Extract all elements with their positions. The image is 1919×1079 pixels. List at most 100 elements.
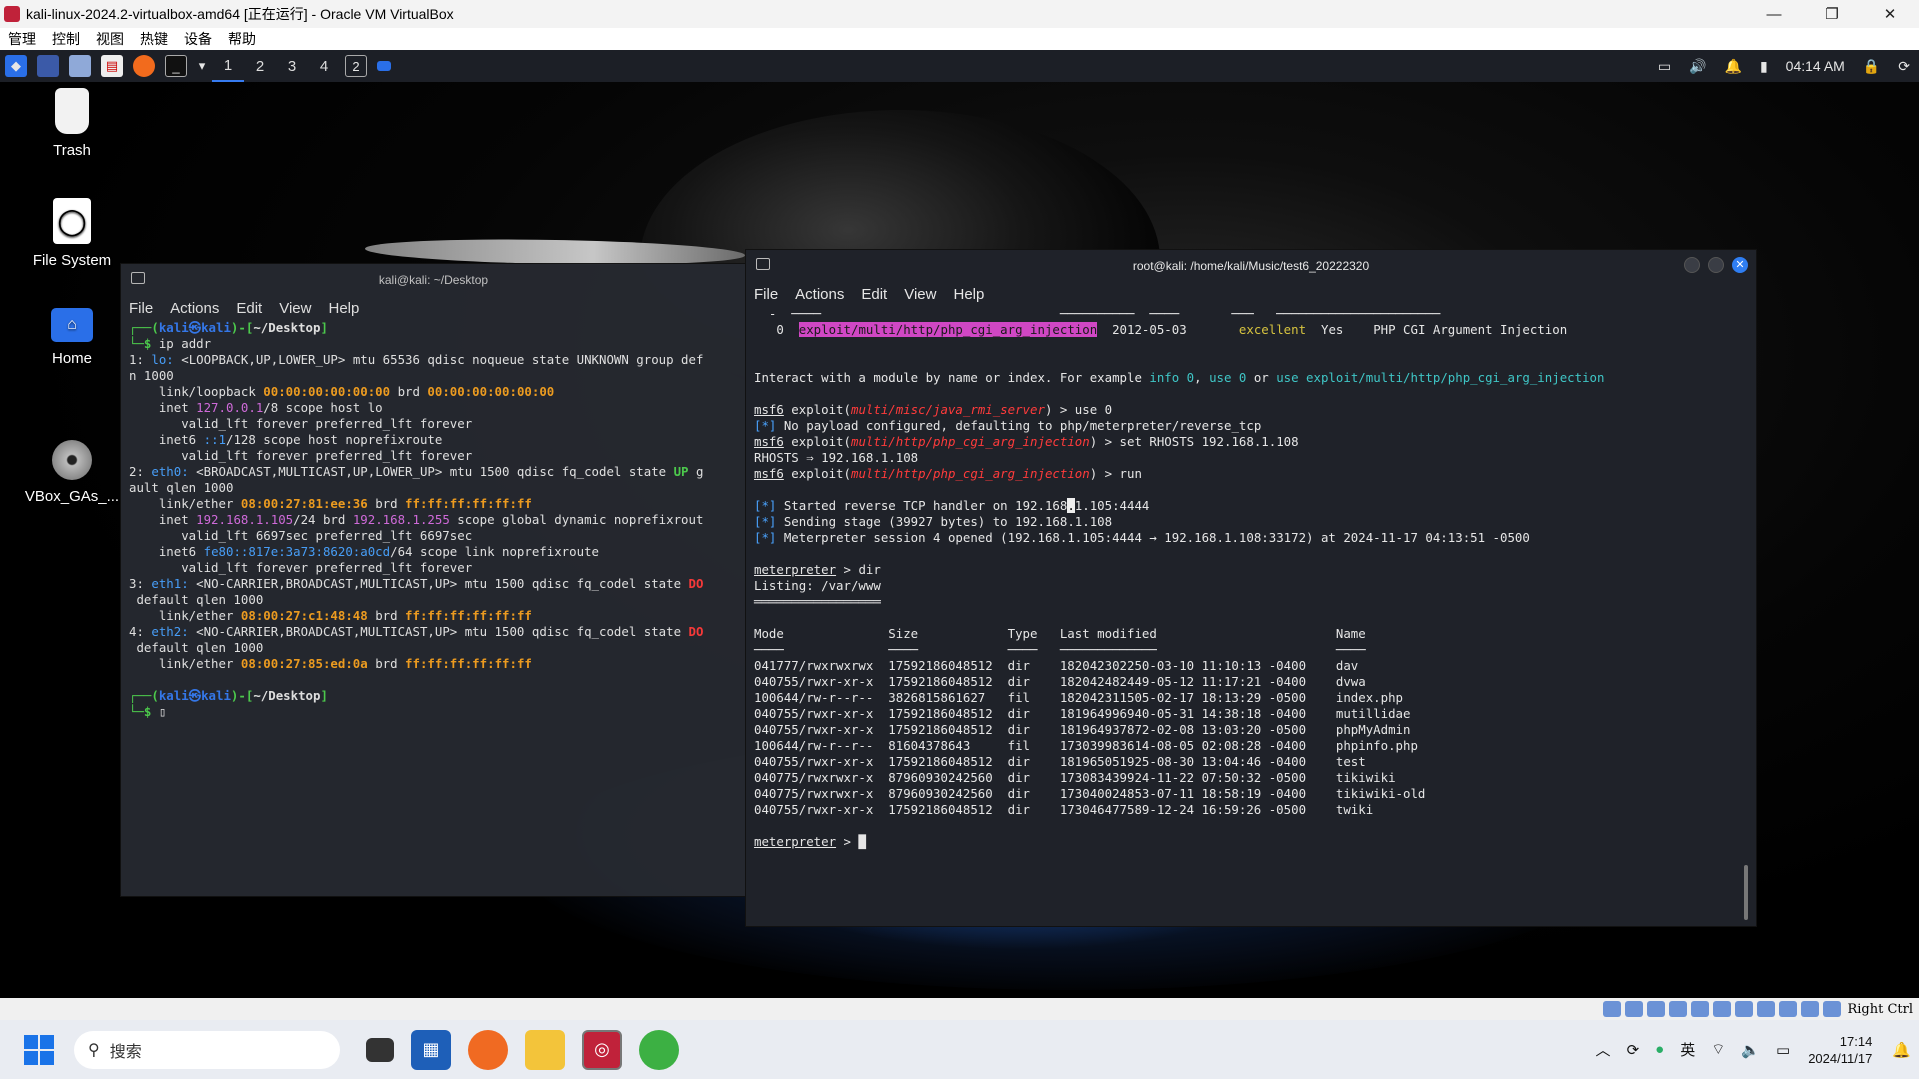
menu-hotkey[interactable]: 热键 bbox=[132, 29, 176, 49]
cpu-icon[interactable] bbox=[1779, 1001, 1798, 1017]
menu-actions[interactable]: Actions bbox=[170, 300, 219, 317]
file-manager-icon[interactable] bbox=[69, 55, 91, 77]
sync-icon[interactable]: ⟳ bbox=[1627, 1041, 1640, 1059]
menu-help[interactable]: Help bbox=[953, 286, 984, 303]
desktop-icon-home[interactable]: ⌂ Home bbox=[22, 308, 122, 367]
host-key-label: Right Ctrl bbox=[1847, 1001, 1913, 1017]
menu-manage[interactable]: 管理 bbox=[0, 29, 44, 49]
battery-icon[interactable]: ▮ bbox=[1760, 58, 1768, 75]
taskbar-terminal-icon[interactable]: 2 bbox=[345, 55, 367, 77]
file-explorer-icon[interactable] bbox=[525, 1029, 565, 1070]
workspace-4[interactable]: 4 bbox=[308, 50, 340, 82]
menu-file[interactable]: File bbox=[754, 286, 778, 303]
display-icon[interactable]: ▭ bbox=[1658, 58, 1671, 75]
desktop-icon-trash[interactable]: Trash bbox=[22, 88, 122, 159]
desktop-icon-label: Home bbox=[51, 350, 92, 367]
trash-icon bbox=[55, 88, 89, 134]
optical-drive-icon[interactable] bbox=[1625, 1001, 1644, 1017]
display-icon[interactable] bbox=[1735, 1001, 1754, 1017]
host-titlebar: kali-linux-2024.2-virtualbox-amd64 [正在运行… bbox=[0, 0, 1919, 28]
start-button[interactable] bbox=[24, 1034, 54, 1065]
listing-row: 041777/rwxrwxrwx 17592186048512 dir 1820… bbox=[754, 658, 1359, 673]
panel-clock[interactable]: 04:14 AM bbox=[1786, 58, 1845, 74]
notification-bell-icon[interactable]: 🔔 bbox=[1725, 58, 1742, 75]
wechat-icon[interactable]: ● bbox=[1655, 1041, 1664, 1058]
chevron-down-icon[interactable]: ▾ bbox=[197, 55, 207, 77]
listing-row: 040755/rwxr-xr-x 17592186048512 dir 1730… bbox=[754, 802, 1374, 817]
desktop-icon-filesystem[interactable]: ◯ File System bbox=[22, 198, 122, 269]
maximize-button[interactable] bbox=[1708, 257, 1724, 273]
terminal-titlebar[interactable]: root@kali: /home/kali/Music/test6_202223… bbox=[746, 250, 1756, 282]
menu-view[interactable]: 视图 bbox=[88, 29, 132, 49]
desktop-icon-label: Trash bbox=[53, 142, 91, 159]
virtualbox-icon[interactable]: ◎ bbox=[582, 1029, 622, 1070]
menu-devices[interactable]: 设备 bbox=[176, 29, 220, 49]
wifi-icon[interactable]: ⌔ bbox=[1711, 1040, 1725, 1059]
home-folder-icon: ⌂ bbox=[51, 308, 93, 342]
power-icon[interactable]: ⟳ bbox=[1898, 58, 1910, 75]
volume-icon[interactable]: 🔊 bbox=[1689, 58, 1706, 75]
taskbar-clock[interactable]: 17:14 2024/11/17 bbox=[1808, 1033, 1872, 1067]
task-view-icon[interactable] bbox=[366, 1037, 394, 1062]
kali-menu-icon[interactable]: ◆ bbox=[5, 55, 27, 77]
input-language[interactable]: 英 bbox=[1680, 1039, 1695, 1060]
keyboard-icon[interactable] bbox=[1823, 1001, 1842, 1017]
listing-row: 040755/rwxr-xr-x 17592186048512 dir 1820… bbox=[754, 674, 1366, 689]
firefox-icon[interactable] bbox=[133, 55, 155, 77]
menu-help[interactable]: 帮助 bbox=[220, 29, 264, 49]
scrollbar[interactable] bbox=[1744, 865, 1748, 920]
workspace-2[interactable]: 2 bbox=[244, 50, 276, 82]
store-icon[interactable]: ▦ bbox=[411, 1029, 451, 1070]
menu-file[interactable]: File bbox=[129, 300, 153, 317]
app-icon[interactable] bbox=[639, 1029, 679, 1070]
minimize-button[interactable] bbox=[1684, 257, 1700, 273]
audio-icon[interactable] bbox=[1647, 1001, 1666, 1017]
taskbar-folder-icon[interactable] bbox=[377, 61, 391, 71]
close-button[interactable]: ✕ bbox=[1861, 0, 1919, 28]
menu-actions[interactable]: Actions bbox=[795, 286, 844, 303]
battery-icon[interactable]: ▭ bbox=[1776, 1041, 1790, 1059]
terminal-window-desktop[interactable]: kali@kali: ~/Desktop File Actions Edit V… bbox=[121, 264, 746, 896]
show-desktop-icon[interactable] bbox=[37, 55, 59, 77]
chevron-up-icon[interactable]: ︿ bbox=[1596, 1039, 1611, 1060]
desktop-icon-label: VBox_GAs_... bbox=[24, 488, 120, 505]
host-window-title: kali-linux-2024.2-virtualbox-amd64 [正在运行… bbox=[26, 6, 454, 22]
terminal-icon[interactable]: _ bbox=[165, 55, 187, 77]
shared-folder-icon[interactable] bbox=[1713, 1001, 1732, 1017]
text-editor-icon[interactable]: ▤ bbox=[101, 55, 123, 77]
virtualbox-icon bbox=[4, 6, 20, 22]
clock-time: 17:14 bbox=[1839, 1033, 1873, 1049]
listing-row: 040775/rwxrwxr-x 87960930242560 dir 1730… bbox=[754, 770, 1396, 785]
workspace-1[interactable]: 1 bbox=[212, 50, 244, 82]
disk-icon[interactable] bbox=[1603, 1001, 1622, 1017]
menu-edit[interactable]: Edit bbox=[236, 300, 262, 317]
restore-button[interactable]: ❐ bbox=[1803, 0, 1861, 28]
minimize-button[interactable]: — bbox=[1745, 0, 1803, 28]
menu-view[interactable]: View bbox=[904, 286, 936, 303]
firefox-icon[interactable] bbox=[468, 1029, 508, 1070]
close-button[interactable]: ✕ bbox=[1732, 257, 1748, 273]
terminal-output[interactable]: - ──── ────────── ──── ─── ─────────────… bbox=[746, 306, 1756, 850]
mouse-integration-icon[interactable] bbox=[1801, 1001, 1820, 1017]
menu-edit[interactable]: Edit bbox=[861, 286, 887, 303]
volume-icon[interactable]: 🔈 bbox=[1741, 1041, 1760, 1059]
terminal-menubar: File Actions Edit View Help bbox=[121, 296, 746, 320]
terminal-menubar: File Actions Edit View Help bbox=[746, 282, 1756, 306]
menu-help[interactable]: Help bbox=[328, 300, 359, 317]
network-icon[interactable] bbox=[1669, 1001, 1688, 1017]
terminal-titlebar[interactable]: kali@kali: ~/Desktop bbox=[121, 264, 746, 296]
terminal-window-msf[interactable]: root@kali: /home/kali/Music/test6_202223… bbox=[746, 250, 1756, 926]
workspace-3[interactable]: 3 bbox=[276, 50, 308, 82]
terminal-output[interactable]: ┌──(kali㉿kali)-[~/Desktop] └─$ ip addr 1… bbox=[121, 320, 746, 720]
vbox-statusbar: Right Ctrl bbox=[0, 998, 1919, 1020]
desktop-icon-vbox-gas[interactable]: VBox_GAs_... bbox=[22, 440, 122, 505]
listing-row: 040755/rwxr-xr-x 17592186048512 dir 1819… bbox=[754, 722, 1411, 737]
usb-icon[interactable] bbox=[1691, 1001, 1710, 1017]
lock-icon[interactable]: 🔒 bbox=[1863, 58, 1880, 75]
menu-view[interactable]: View bbox=[279, 300, 311, 317]
notification-bell-icon[interactable]: 🔔 bbox=[1892, 1041, 1911, 1059]
search-box[interactable]: ⚲ 搜索 bbox=[74, 1030, 340, 1069]
menu-control[interactable]: 控制 bbox=[44, 29, 88, 49]
recording-icon[interactable] bbox=[1757, 1001, 1776, 1017]
listing-row: 040755/rwxr-xr-x 17592186048512 dir 1819… bbox=[754, 706, 1411, 721]
